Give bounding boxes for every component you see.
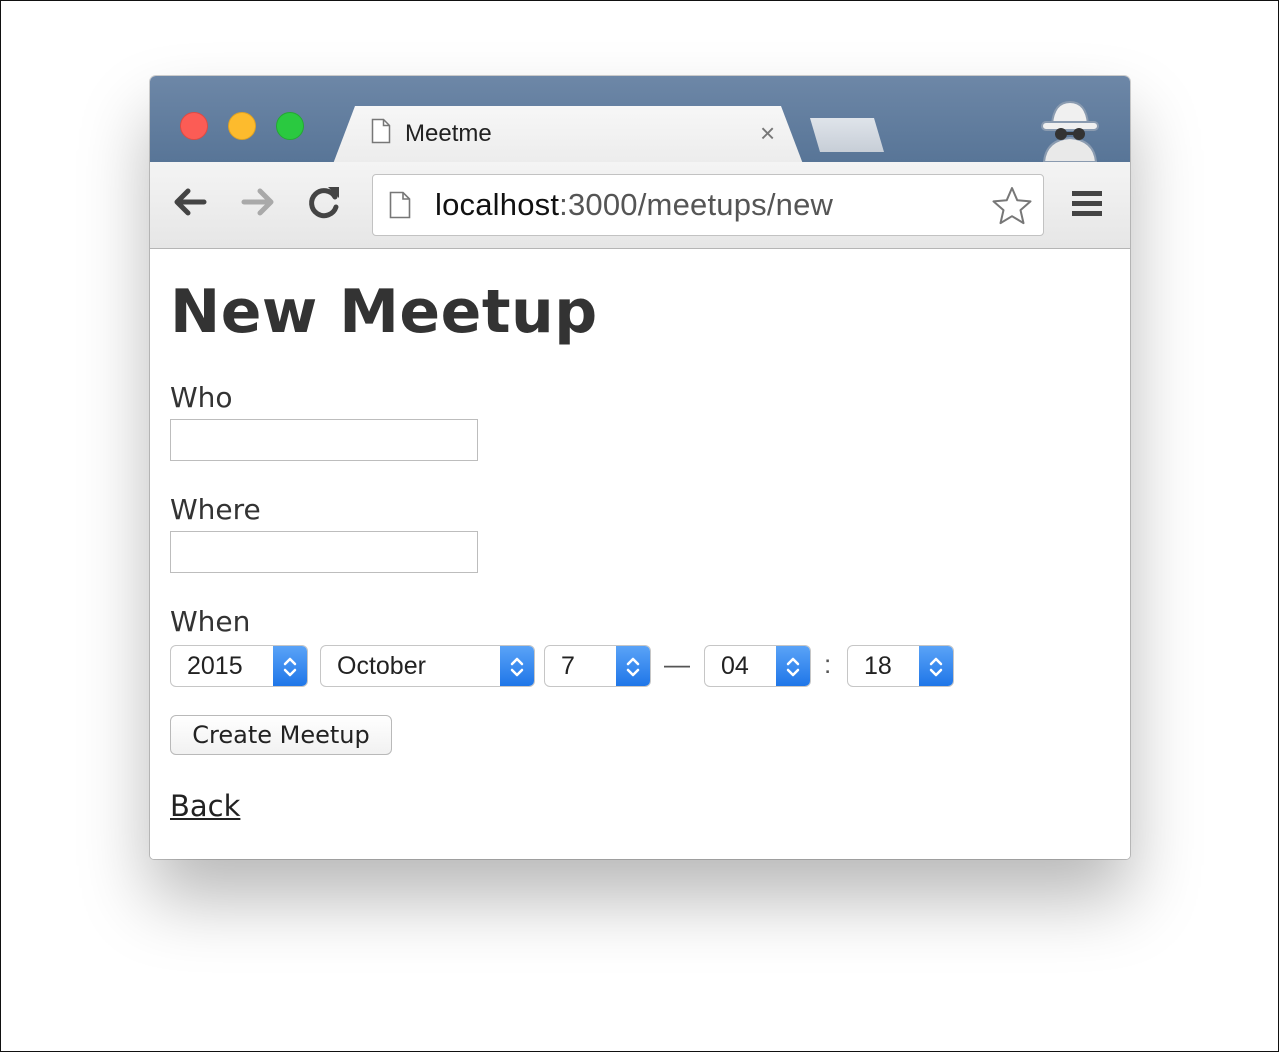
new-tab-button[interactable] bbox=[810, 118, 884, 152]
page-icon bbox=[371, 118, 391, 144]
tab-title: Meetme bbox=[405, 120, 492, 147]
chevron-updown-icon bbox=[616, 646, 650, 686]
forward-arrow-icon[interactable] bbox=[238, 182, 278, 222]
year-value: 2015 bbox=[187, 652, 243, 680]
chevron-updown-icon bbox=[919, 646, 953, 686]
where-input[interactable] bbox=[170, 531, 478, 573]
chevron-updown-icon bbox=[500, 646, 534, 686]
tab-close-icon[interactable]: × bbox=[760, 118, 775, 149]
when-label: When bbox=[170, 605, 251, 638]
month-select[interactable]: October bbox=[320, 645, 535, 687]
page-icon bbox=[389, 191, 411, 219]
minimize-window-button[interactable] bbox=[228, 112, 256, 140]
page-title: New Meetup bbox=[170, 277, 598, 347]
star-icon[interactable] bbox=[991, 185, 1033, 227]
minute-value: 18 bbox=[864, 652, 892, 680]
time-separator: : bbox=[824, 649, 832, 679]
page-content: New Meetup Who Where When 2015 October 7… bbox=[150, 249, 1130, 859]
hour-value: 04 bbox=[721, 652, 749, 680]
chevron-updown-icon bbox=[776, 646, 810, 686]
url-host: localhost bbox=[435, 187, 560, 222]
reload-icon[interactable] bbox=[304, 182, 344, 222]
address-bar[interactable]: localhost:3000/meetups/new bbox=[372, 174, 1044, 236]
day-value: 7 bbox=[561, 652, 575, 680]
browser-tab[interactable]: Meetme × bbox=[333, 106, 803, 164]
menu-icon[interactable] bbox=[1070, 186, 1104, 220]
zoom-window-button[interactable] bbox=[276, 112, 304, 140]
incognito-icon bbox=[1041, 100, 1099, 162]
browser-window: Meetme × localhost:3000/meetups/new New … bbox=[150, 76, 1130, 859]
url-path: :3000/meetups/new bbox=[559, 187, 834, 222]
where-label: Where bbox=[170, 493, 261, 526]
year-select[interactable]: 2015 bbox=[170, 645, 308, 687]
who-label: Who bbox=[170, 381, 233, 414]
hour-select[interactable]: 04 bbox=[704, 645, 811, 687]
day-select[interactable]: 7 bbox=[544, 645, 651, 687]
minute-select[interactable]: 18 bbox=[847, 645, 954, 687]
back-arrow-icon[interactable] bbox=[170, 182, 210, 222]
url-text: localhost:3000/meetups/new bbox=[435, 187, 833, 223]
browser-toolbar: localhost:3000/meetups/new bbox=[150, 162, 1130, 249]
title-bar: Meetme × bbox=[150, 76, 1130, 164]
date-time-separator: — bbox=[664, 649, 690, 679]
month-value: October bbox=[337, 652, 426, 680]
close-window-button[interactable] bbox=[180, 112, 208, 140]
who-input[interactable] bbox=[170, 419, 478, 461]
back-link[interactable]: Back bbox=[170, 789, 240, 823]
create-meetup-button[interactable]: Create Meetup bbox=[170, 715, 392, 755]
chevron-updown-icon bbox=[273, 646, 307, 686]
